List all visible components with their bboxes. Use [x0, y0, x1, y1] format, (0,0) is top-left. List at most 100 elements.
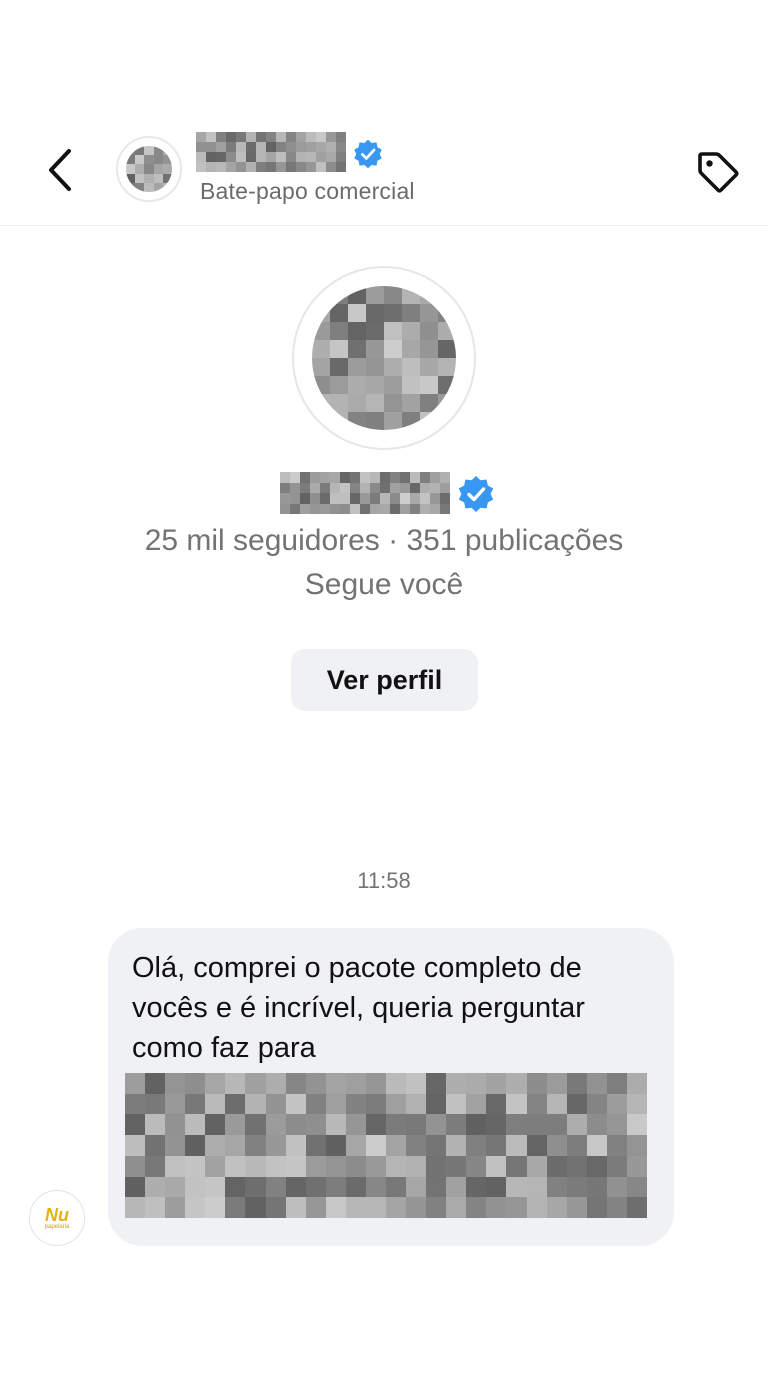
- pixel-block: [126, 164, 136, 174]
- pixel-block: [438, 394, 456, 412]
- pixel-block: [245, 1114, 266, 1136]
- pixel-block: [410, 482, 420, 493]
- pixel-block: [365, 1155, 386, 1177]
- header-avatar[interactable]: [116, 136, 182, 202]
- pixel-block: [225, 1093, 246, 1115]
- pixel-block: [286, 142, 296, 152]
- pixel-block: [426, 1093, 447, 1115]
- label-button[interactable]: [692, 146, 744, 198]
- blurred-contact-name[interactable]: [196, 132, 346, 172]
- pixel-block: [246, 132, 256, 142]
- pixel-block: [506, 1197, 527, 1218]
- profile-avatar[interactable]: [292, 266, 476, 450]
- pixel-block: [566, 1155, 587, 1177]
- pixel-block: [386, 1093, 407, 1115]
- pixel-block: [162, 146, 172, 156]
- pixel-block: [466, 1093, 487, 1115]
- pixel-block: [586, 1135, 607, 1156]
- pixel-block: [438, 286, 456, 304]
- pixel-block: [486, 1073, 507, 1094]
- view-profile-button[interactable]: Ver perfil: [291, 649, 478, 711]
- pixel-block: [466, 1114, 487, 1136]
- pixel-block: [245, 1155, 266, 1177]
- pixel-block: [546, 1073, 567, 1094]
- pixel-block: [300, 503, 310, 514]
- pixel-block: [330, 412, 348, 430]
- pixel-block: [430, 482, 440, 493]
- pixel-block: [305, 1135, 326, 1156]
- pixel-block: [402, 322, 420, 340]
- pixel-block: [348, 322, 366, 340]
- pixel-block: [345, 1093, 366, 1115]
- pixel-block: [486, 1093, 507, 1115]
- pixel-block: [384, 322, 402, 340]
- pixel-block: [348, 304, 366, 322]
- pixel-block: [350, 503, 360, 514]
- pixel-block: [285, 1176, 306, 1198]
- pixel-block: [285, 1073, 306, 1094]
- pixel-block: [420, 322, 438, 340]
- pixel-block: [566, 1197, 587, 1218]
- pixel-block: [286, 132, 296, 142]
- pixel-block: [290, 482, 300, 493]
- pixel-block: [290, 503, 300, 514]
- pixel-block: [144, 182, 154, 192]
- pixel-block: [410, 493, 420, 504]
- pixel-block: [276, 162, 286, 172]
- pixel-block: [360, 482, 370, 493]
- pixel-block: [126, 173, 136, 183]
- blurred-profile-image: [312, 286, 456, 430]
- pixel-block: [145, 1155, 166, 1177]
- pixel-block: [205, 1073, 226, 1094]
- pixel-block: [440, 503, 450, 514]
- message-bubble[interactable]: Olá, comprei o pacote completo de vocês …: [108, 928, 674, 1246]
- pixel-block: [386, 1135, 407, 1156]
- pixel-block: [165, 1197, 186, 1218]
- sender-logo-subtext: papelaria: [44, 1223, 70, 1230]
- pixel-block: [326, 152, 336, 162]
- pixel-block: [370, 472, 380, 483]
- pixel-block: [265, 1197, 286, 1218]
- sender-avatar[interactable]: Nu papelaria: [29, 1190, 85, 1246]
- pixel-block: [296, 152, 306, 162]
- message-text: Olá, comprei o pacote completo de vocês …: [132, 952, 585, 1064]
- pixel-block: [438, 304, 456, 322]
- pixel-block: [312, 358, 330, 376]
- pixel-block: [196, 162, 206, 172]
- pixel-block: [390, 493, 400, 504]
- pixel-block: [286, 162, 296, 172]
- pixel-block: [265, 1093, 286, 1115]
- pixel-block: [402, 376, 420, 394]
- pixel-block: [438, 412, 456, 430]
- pixel-block: [380, 482, 390, 493]
- pixel-block: [126, 182, 136, 192]
- pixel-block: [546, 1114, 567, 1136]
- pixel-block: [245, 1176, 266, 1198]
- pixel-block: [266, 152, 276, 162]
- blurred-message-text: [125, 1073, 647, 1218]
- pixel-block: [345, 1197, 366, 1218]
- pixel-block: [426, 1073, 447, 1094]
- pixel-block: [280, 503, 290, 514]
- pixel-block: [165, 1093, 186, 1115]
- pixel-block: [144, 155, 154, 165]
- pixel-block: [185, 1155, 206, 1177]
- pixel-block: [145, 1135, 166, 1156]
- chat-screen: Bate-papo comercial 25 mil seguidores · …: [0, 0, 768, 1376]
- pixel-block: [370, 493, 380, 504]
- pixel-block: [606, 1135, 627, 1156]
- pixel-block: [348, 286, 366, 304]
- pixel-block: [280, 482, 290, 493]
- pixel-block: [265, 1073, 286, 1094]
- business-chat-label: Bate-papo comercial: [200, 178, 415, 204]
- pixel-block: [400, 472, 410, 483]
- pixel-block: [310, 503, 320, 514]
- pixel-block: [266, 132, 276, 142]
- pixel-block: [153, 155, 163, 165]
- pixel-block: [348, 412, 366, 430]
- pixel-block: [366, 412, 384, 430]
- pixel-block: [348, 376, 366, 394]
- pixel-block: [626, 1135, 647, 1156]
- back-button[interactable]: [38, 142, 82, 198]
- pixel-block: [546, 1135, 567, 1156]
